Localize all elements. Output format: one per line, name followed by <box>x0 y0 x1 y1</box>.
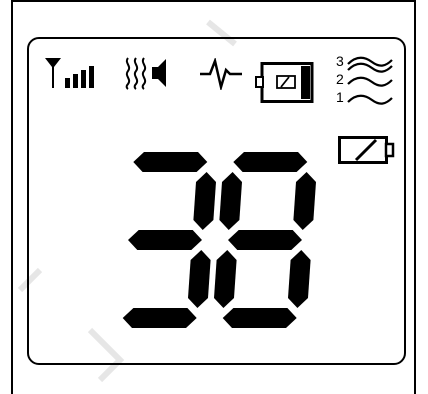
digit-2-segment-a <box>233 152 308 172</box>
digit-1-segment-d <box>122 308 197 328</box>
digit-1-segment-g <box>128 230 202 250</box>
digit-2-segment-g <box>228 230 302 250</box>
digit-2-segment-b <box>293 172 316 230</box>
digit-2-segment-c <box>288 250 311 308</box>
digit-2-segment-f <box>219 172 242 230</box>
digit-1-segment-a <box>133 152 208 172</box>
digit-2-segment-d <box>222 308 297 328</box>
digit-1-segment-c <box>188 250 211 308</box>
digit-2-segment-e <box>214 250 237 308</box>
seven-segment-display <box>122 152 316 328</box>
digit-1-segment-b <box>193 172 216 230</box>
